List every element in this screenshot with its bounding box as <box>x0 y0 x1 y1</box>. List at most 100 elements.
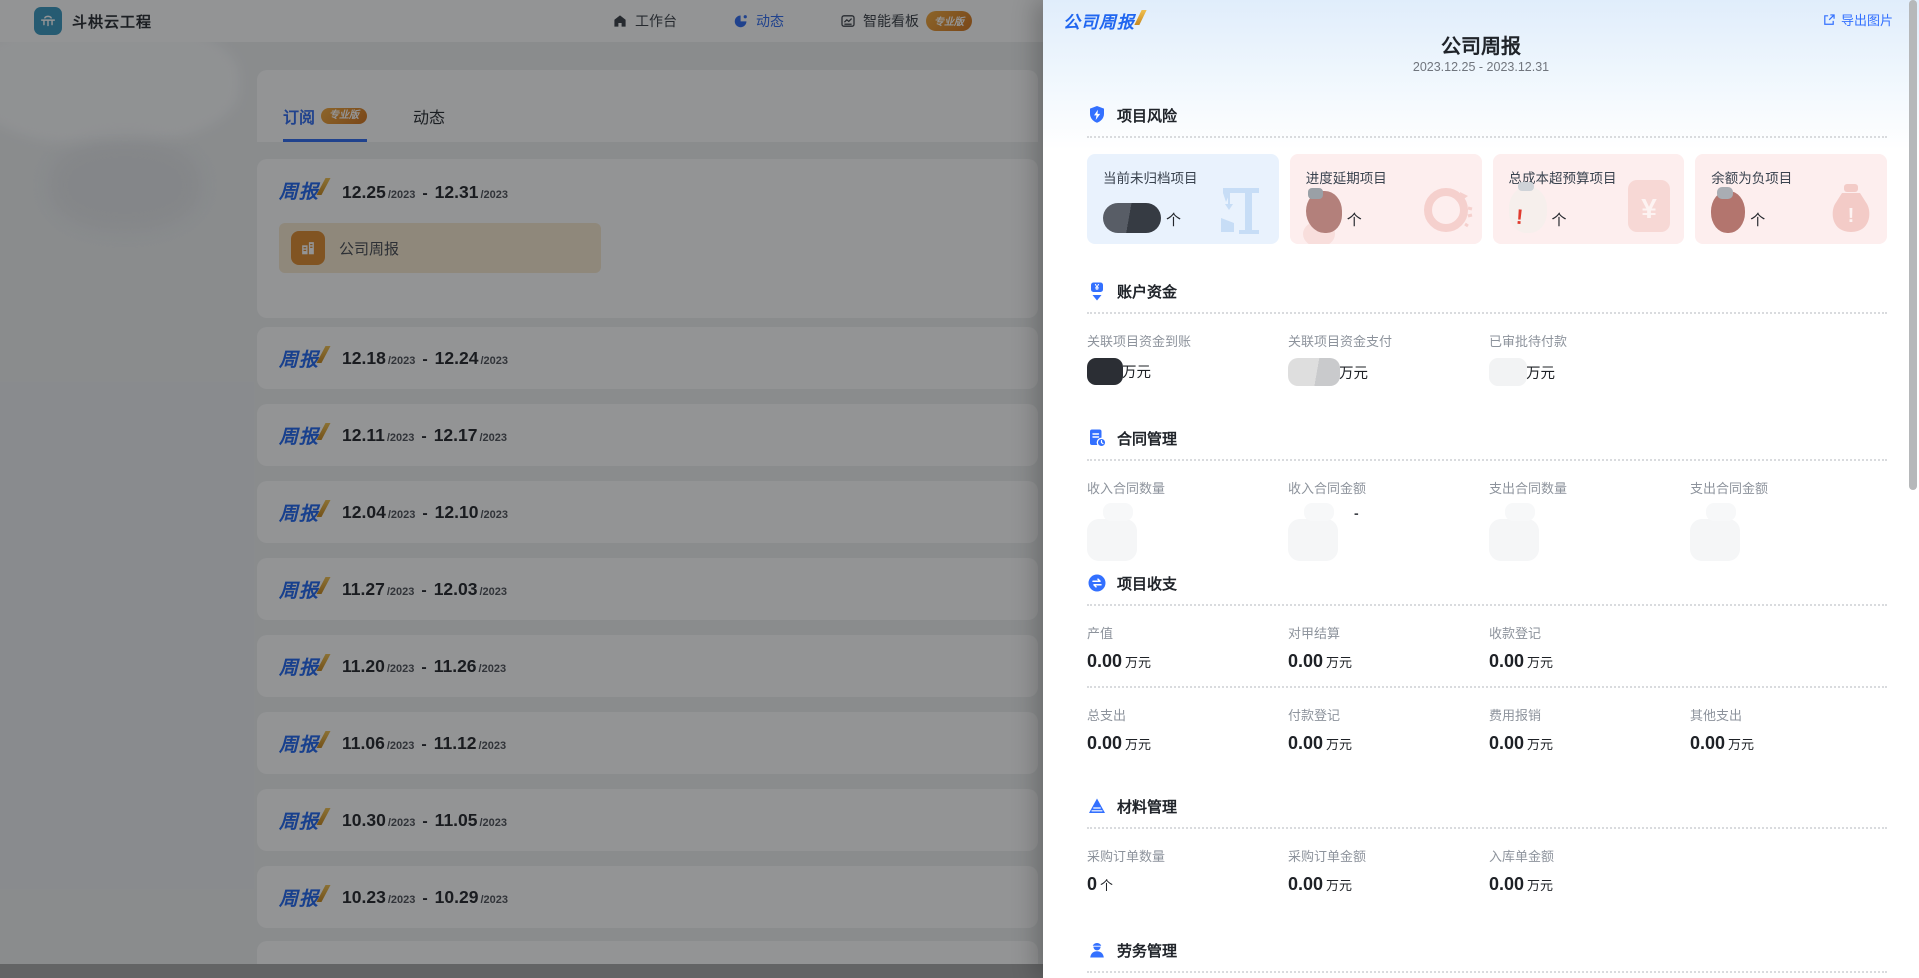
stat-unit: 万元 <box>1326 875 1352 894</box>
dashed-divider <box>1087 312 1887 314</box>
stat-label: 入库单金额 <box>1489 846 1690 865</box>
risk-card-title: 当前未归档项目 <box>1103 167 1279 187</box>
stat-label: 其他支出 <box>1690 705 1891 724</box>
stat-value: 0.00 <box>1087 651 1122 672</box>
export-image-button[interactable]: 导出图片 <box>1822 10 1893 29</box>
stat-cell: 对甲结算 0.00万元 <box>1288 623 1489 672</box>
stat-unit: 万元 <box>1527 875 1553 894</box>
stat-expense-contract-count: 支出合同数量 <box>1489 478 1690 561</box>
transfer-icon <box>1087 573 1107 593</box>
section-title: 项目风险 <box>1117 105 1177 126</box>
stat-label: 支出合同数量 <box>1489 478 1690 497</box>
redacted-value <box>1509 187 1547 233</box>
stat-unit: 万元 <box>1326 734 1352 753</box>
section-title: 账户资金 <box>1117 281 1177 302</box>
shield-bolt-icon <box>1087 105 1107 125</box>
modal-backdrop[interactable] <box>0 0 1043 978</box>
stat-cell: 收款登记 0.00万元 <box>1489 623 1690 672</box>
redacted-value <box>1288 358 1340 386</box>
stat-value: 0.00 <box>1087 733 1122 754</box>
stat-cell: 总支出 0.00万元 <box>1087 705 1288 754</box>
redacted-value <box>1087 519 1137 561</box>
contract-doc-icon <box>1087 428 1107 448</box>
redacted-value <box>1690 519 1740 561</box>
company-weekly-report-panel: 公司周报 导出图片 公司周报 2023.12.25 - 2023.12.31 项… <box>1043 0 1919 978</box>
stat-label: 收入合同金额 <box>1288 478 1489 497</box>
stat-label: 对甲结算 <box>1288 623 1489 642</box>
stat-unit: 万元 <box>1122 361 1151 382</box>
stat-unit: 万元 <box>1527 652 1553 671</box>
risk-card-delayed: 进度延期项目 个 <box>1290 154 1482 244</box>
stat-expense-contract-amount: 支出合同金额 <box>1690 478 1891 561</box>
stat-label: 收入合同数量 <box>1087 478 1288 497</box>
redacted-value <box>1711 191 1745 233</box>
yuan-note-icon: ¥ <box>1620 178 1676 238</box>
dashed-divider <box>1087 136 1887 138</box>
section-project-income-expense: 项目收支 产值 0.00万元 对甲结算 0.00万元 收款登 <box>1087 572 1887 754</box>
stat-label: 支出合同金额 <box>1690 478 1891 497</box>
stat-funds-received: 关联项目资金到账 万元 <box>1087 331 1288 386</box>
stat-unit: 万元 <box>1125 734 1151 753</box>
export-label: 导出图片 <box>1841 10 1893 29</box>
risk-card-unit: 个 <box>1552 209 1567 233</box>
stat-income-contract-amount: 收入合同金额 - <box>1288 478 1489 561</box>
stat-partial-value: - <box>1354 505 1359 521</box>
dashed-divider <box>1087 604 1887 606</box>
stat-value: 0.00 <box>1690 733 1725 754</box>
stat-label: 付款登记 <box>1288 705 1489 724</box>
risk-card-unarchived: 当前未归档项目 个 <box>1087 154 1279 244</box>
stat-cell: 费用报销 0.00万元 <box>1489 705 1690 754</box>
stat-income-contract-count: 收入合同数量 <box>1087 478 1288 561</box>
stat-label: 总支出 <box>1087 705 1288 724</box>
stat-unit: 万元 <box>1339 362 1368 383</box>
section-account-funds: ¥ 账户资金 关联项目资金到账 万元 关联项目资金支付 万元 已审批待付款 万元 <box>1087 280 1887 386</box>
screen: 斗栱云工程 工作台 动态 智能看板 专业版 <box>0 0 1919 978</box>
stat-unit: 万元 <box>1728 734 1754 753</box>
income-row-1: 产值 0.00万元 对甲结算 0.00万元 收款登记 0.00万元 <box>1087 623 1887 672</box>
svg-text:¥: ¥ <box>1095 283 1100 292</box>
redacted-value <box>1489 519 1539 561</box>
stat-label: 收款登记 <box>1489 623 1690 642</box>
section-title: 劳务管理 <box>1117 940 1177 961</box>
stat-cell: 其他支出 0.00万元 <box>1690 705 1891 754</box>
worker-icon <box>1087 940 1107 960</box>
stat-value: 0.00 <box>1489 651 1524 672</box>
panel-scrollbar-thumb[interactable] <box>1909 0 1917 490</box>
stat-label: 采购订单数量 <box>1087 846 1288 865</box>
dashed-divider <box>1087 971 1887 973</box>
section-contract-management: 合同管理 收入合同数量 收入合同金额 - 支出合同数量 支出合同金额 <box>1087 427 1887 561</box>
stat-label: 费用报销 <box>1489 705 1690 724</box>
section-title: 项目收支 <box>1117 573 1177 594</box>
stat-label: 已审批待付款 <box>1489 331 1690 350</box>
redacted-value: - <box>1288 519 1338 561</box>
report-date-range: 2023.12.25 - 2023.12.31 <box>1043 60 1919 74</box>
stat-cell: 入库单金额 0.00万元 <box>1489 846 1690 895</box>
stat-cell: 采购订单金额 0.00万元 <box>1288 846 1489 895</box>
stat-value: 0.00 <box>1288 733 1323 754</box>
section-project-risk: 项目风险 当前未归档项目 个 进度延期项目 个 总成本超预算项目 个 ¥ <box>1087 104 1887 244</box>
money-in-icon: ¥ <box>1087 281 1107 301</box>
stat-unit: 万元 <box>1526 362 1555 383</box>
risk-card-unit: 个 <box>1347 209 1362 233</box>
redacted-value <box>1087 358 1123 385</box>
income-row-2: 总支出 0.00万元 付款登记 0.00万元 费用报销 0.00万元 <box>1087 705 1887 754</box>
export-icon <box>1822 13 1836 27</box>
stat-value: 0.00 <box>1489 874 1524 895</box>
stat-cell: 付款登记 0.00万元 <box>1288 705 1489 754</box>
section-title: 合同管理 <box>1117 428 1177 449</box>
svg-text:!: ! <box>1848 205 1855 227</box>
risk-card-title: 进度延期项目 <box>1306 167 1482 187</box>
section-title: 材料管理 <box>1117 796 1177 817</box>
redacted-value <box>1489 358 1527 386</box>
dashed-divider <box>1087 827 1887 829</box>
report-title: 公司周报 <box>1043 30 1919 59</box>
money-bag-alert-icon: ! <box>1823 180 1879 238</box>
risk-card-over-budget: 总成本超预算项目 个 ¥ <box>1493 154 1685 244</box>
redacted-value <box>1306 191 1342 233</box>
stat-unit: 万元 <box>1527 734 1553 753</box>
section-labor-management: 劳务管理 <box>1087 939 1887 973</box>
stat-unit: 个 <box>1100 875 1113 894</box>
stat-value: 0.00 <box>1489 733 1524 754</box>
svg-text:¥: ¥ <box>1641 193 1657 224</box>
risk-card-unit: 个 <box>1750 209 1765 233</box>
